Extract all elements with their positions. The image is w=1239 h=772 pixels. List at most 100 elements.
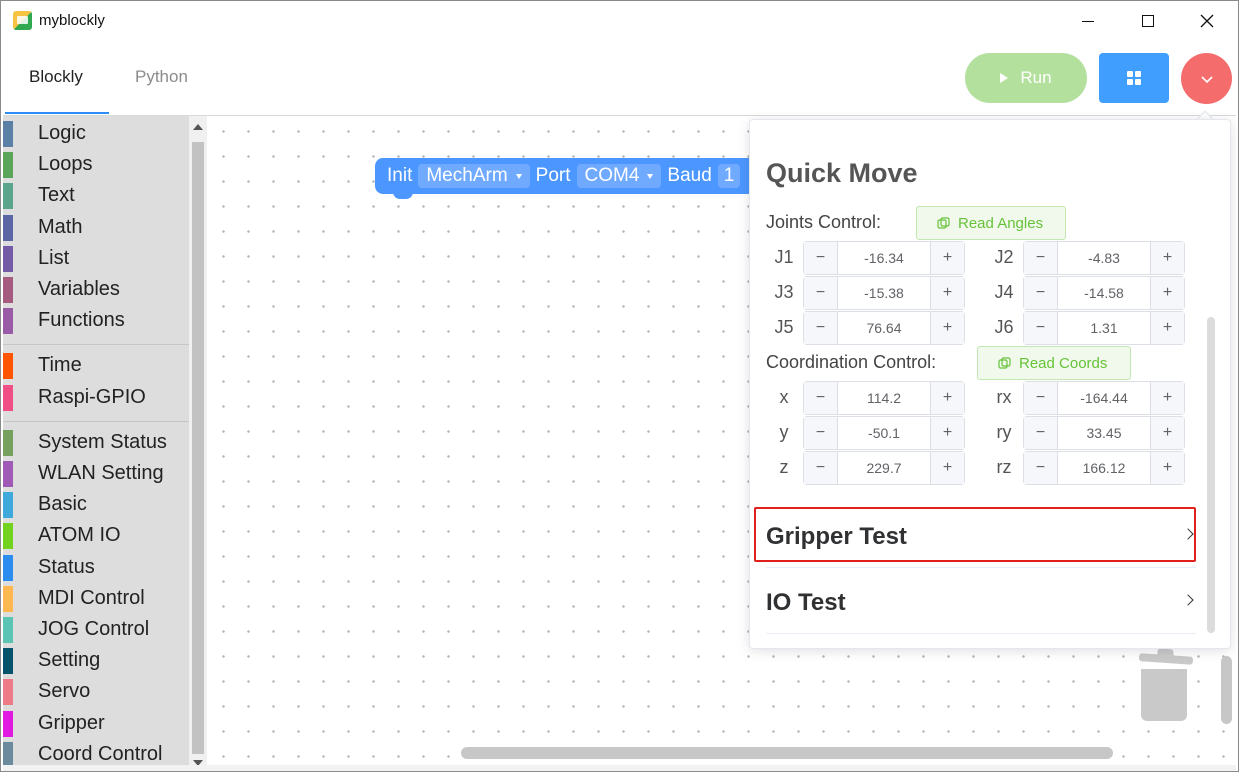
panel-scrollbar[interactable] <box>1207 317 1215 633</box>
read-angles-label: Read Angles <box>958 214 1044 232</box>
workspace-horizontal-scrollbar[interactable] <box>461 747 1113 759</box>
toolbox-category-list[interactable]: List <box>3 244 189 273</box>
category-color-bar <box>3 384 13 411</box>
toolbox-category-logic[interactable]: Logic <box>3 119 189 148</box>
decrement-button[interactable]: − <box>804 382 838 414</box>
coords-stepper-rx[interactable]: − -164.44 + <box>1023 381 1185 415</box>
maximize-button[interactable] <box>1125 5 1171 37</box>
increment-button[interactable]: + <box>930 452 964 484</box>
workspace-vertical-scrollbar[interactable] <box>1221 656 1232 724</box>
play-icon <box>1000 73 1009 83</box>
joints-stepper-j1[interactable]: − -16.34 + <box>803 241 965 275</box>
toolbox-category-servo[interactable]: Servo <box>3 677 189 706</box>
toolbox-category-variables[interactable]: Variables <box>3 275 189 304</box>
joints-stepper-j4[interactable]: − -14.58 + <box>1023 276 1185 310</box>
coords-value-x[interactable]: 114.2 <box>838 382 930 414</box>
increment-button[interactable]: + <box>1150 277 1184 309</box>
menu-toggle-button[interactable] <box>1181 53 1232 104</box>
increment-button[interactable]: + <box>930 382 964 414</box>
tab-python[interactable]: Python <box>135 67 188 87</box>
toolbox-scroll-thumb[interactable] <box>192 142 204 754</box>
toolbox-category-wlan-setting[interactable]: WLAN Setting <box>3 459 189 488</box>
port-dropdown[interactable]: COM4 <box>576 164 662 188</box>
trash-can-icon[interactable] <box>1137 649 1195 725</box>
increment-button[interactable]: + <box>930 417 964 449</box>
category-color-bar <box>3 183 13 210</box>
decrement-button[interactable]: − <box>804 312 838 344</box>
joints-stepper-j6[interactable]: −1.31 + <box>1023 311 1185 345</box>
io-test-section[interactable]: IO Test <box>766 572 1196 634</box>
grid-button[interactable] <box>1099 53 1169 103</box>
toolbox-category-label: MDI Control <box>38 586 145 609</box>
decrement-button[interactable]: − <box>804 452 838 484</box>
baud-dropdown[interactable]: 1 <box>717 164 741 188</box>
joints-value-j3[interactable]: -15.38 <box>838 277 930 309</box>
coords-stepper-rz[interactable]: −166.12 + <box>1023 451 1185 485</box>
block-init-label: Init <box>387 165 413 186</box>
toolbox-category-math[interactable]: Math <box>3 213 189 242</box>
decrement-button[interactable]: − <box>1024 417 1058 449</box>
increment-button[interactable]: + <box>930 277 964 309</box>
decrement-button[interactable]: − <box>1024 452 1058 484</box>
coords-value-ry[interactable]: 33.45 <box>1058 417 1150 449</box>
toolbox-scrollbar[interactable] <box>189 116 207 771</box>
increment-button[interactable]: + <box>1150 452 1184 484</box>
increment-button[interactable]: + <box>1150 242 1184 274</box>
joints-value-j4[interactable]: -14.58 <box>1058 277 1150 309</box>
robot-dropdown-value: MechArm <box>426 165 508 186</box>
increment-button[interactable]: + <box>1150 382 1184 414</box>
close-button[interactable] <box>1184 5 1230 37</box>
minimize-button[interactable] <box>1065 5 1111 37</box>
decrement-button[interactable]: − <box>1024 277 1058 309</box>
increment-button[interactable]: + <box>930 312 964 344</box>
toolbox-category-loops[interactable]: Loops <box>3 150 189 179</box>
coords-value-z[interactable]: 229.7 <box>838 452 930 484</box>
increment-button[interactable]: + <box>1150 417 1184 449</box>
decrement-button[interactable]: − <box>804 277 838 309</box>
decrement-button[interactable]: − <box>804 417 838 449</box>
toolbox-category-gripper[interactable]: Gripper <box>3 709 189 738</box>
grid-icon <box>1127 71 1141 85</box>
tab-blockly[interactable]: Blockly <box>29 67 83 87</box>
init-block[interactable]: Init MechArm Port COM4 Baud 1 <box>375 158 755 199</box>
coords-stepper-ry[interactable]: −33.45 + <box>1023 416 1185 450</box>
joints-value-j6[interactable]: 1.31 <box>1058 312 1150 344</box>
toolbox-category-basic[interactable]: Basic <box>3 490 189 519</box>
coords-value-y[interactable]: -50.1 <box>838 417 930 449</box>
joints-value-j2[interactable]: -4.83 <box>1058 242 1150 274</box>
run-button[interactable]: Run <box>965 53 1087 103</box>
read-angles-button[interactable]: Read Angles <box>916 206 1066 240</box>
scroll-up-icon[interactable] <box>193 124 203 130</box>
increment-button[interactable]: + <box>1150 312 1184 344</box>
coords-stepper-y[interactable]: − -50.1 + <box>803 416 965 450</box>
decrement-button[interactable]: − <box>1024 312 1058 344</box>
toolbox-category-setting[interactable]: Setting <box>3 646 189 675</box>
decrement-button[interactable]: − <box>804 242 838 274</box>
joints-stepper-j5[interactable]: −76.64 + <box>803 311 965 345</box>
joints-value-j5[interactable]: 76.64 <box>838 312 930 344</box>
coords-value-rx[interactable]: -164.44 <box>1058 382 1150 414</box>
decrement-button[interactable]: − <box>1024 382 1058 414</box>
toolbox-category-functions[interactable]: Functions <box>3 306 189 335</box>
coords-value-rz[interactable]: 166.12 <box>1058 452 1150 484</box>
robot-dropdown[interactable]: MechArm <box>418 164 530 188</box>
joints-value-j1[interactable]: -16.34 <box>838 242 930 274</box>
decrement-button[interactable]: − <box>1024 242 1058 274</box>
quick-move-title: Quick Move <box>766 158 918 188</box>
toolbox-category-atom-io[interactable]: ATOM IO <box>3 521 189 550</box>
toolbox-category-status[interactable]: Status <box>3 553 189 582</box>
toolbox-category-time[interactable]: Time <box>3 351 189 380</box>
joints-stepper-j2[interactable]: − -4.83 + <box>1023 241 1185 275</box>
coords-stepper-x[interactable]: −114.2 + <box>803 381 965 415</box>
read-coords-button[interactable]: Read Coords <box>977 346 1131 380</box>
coords-stepper-z[interactable]: −229.7 + <box>803 451 965 485</box>
joints-stepper-j3[interactable]: − -15.38 + <box>803 276 965 310</box>
toolbox-category-mdi-control[interactable]: MDI Control <box>3 584 189 613</box>
toolbox-category-jog-control[interactable]: JOG Control <box>3 615 189 644</box>
trash-lid <box>1138 653 1194 665</box>
increment-button[interactable]: + <box>930 242 964 274</box>
toolbox-category-system-status[interactable]: System Status <box>3 428 189 457</box>
toolbox-category-text[interactable]: Text <box>3 181 189 210</box>
toolbox-category-raspi-gpio[interactable]: Raspi-GPIO <box>3 383 189 412</box>
toolbox-category-label: Text <box>38 184 75 207</box>
